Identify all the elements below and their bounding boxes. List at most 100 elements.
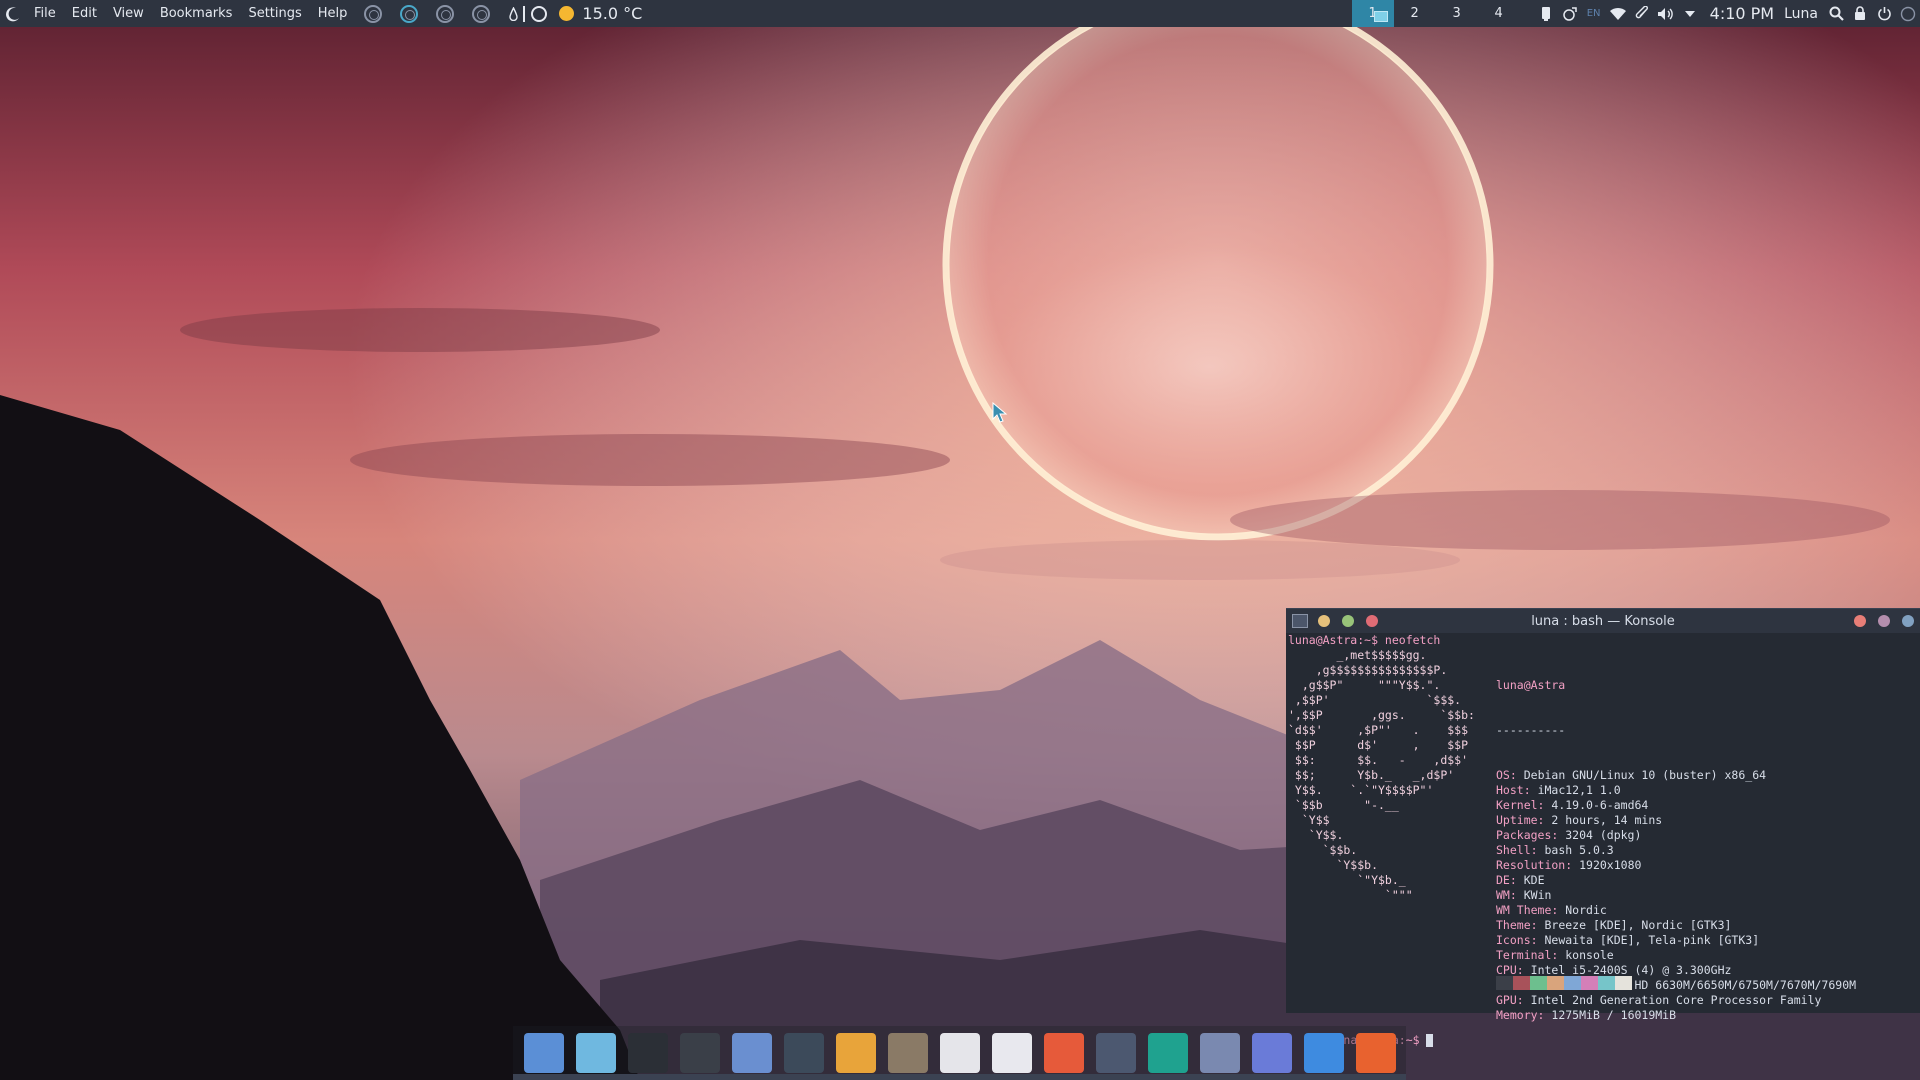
moon-phase-icon [531,5,548,22]
info-row: Icons: Newaita [KDE], Tela-pink [GTK3] [1496,933,1856,948]
media-player-icon[interactable] [1147,1033,1188,1073]
app-grid-icon[interactable] [1043,1033,1084,1073]
menu-settings[interactable]: Settings [240,0,309,27]
terminal-output[interactable]: luna@Astra:~$ neofetch _,met$$$$$gg. ,g$… [1286,633,1920,1047]
device-notifier-icon[interactable] [1534,0,1558,27]
system-settings-icon[interactable] [1095,1033,1136,1073]
info-row: Resolution: 1920x1080 [1496,858,1856,873]
info-colon: : [1551,828,1566,842]
info-value: 3204 (dpkg) [1565,828,1642,842]
info-row: WM Theme: Nordic [1496,903,1856,918]
volume-icon[interactable] [1654,0,1678,27]
info-separator: ---------- [1496,723,1566,737]
system-info-list: luna@Astra ---------- OS: Debian GNU/Lin… [1496,648,1856,1053]
menu-view[interactable]: View [105,0,152,27]
desktop-1[interactable]: 1 [1351,0,1394,27]
network-monitor-icon[interactable] [472,4,491,23]
system-monitor-icon[interactable] [783,1033,824,1073]
palette-swatch [1513,976,1530,990]
logo-line: `d$$' ,$P"' . $$$ [1288,723,1469,737]
desktop-3[interactable]: 3 [1436,0,1478,27]
info-colon: : [1509,873,1524,887]
logo-line: `Y$$. [1288,828,1344,842]
palette-swatch [1564,976,1581,990]
logo-line: _,met$$$$$gg. [1288,648,1427,662]
top-panel: File Edit View Bookmarks Settings Help 1… [0,0,1920,27]
info-key: WM [1496,888,1510,902]
right-tray: 1 2 3 4 EN 4:10 PM Luna [1351,0,1920,27]
info-key: Host [1496,783,1524,797]
info-key: Resolution [1496,858,1566,872]
document-viewer-icon[interactable] [991,1033,1032,1073]
mail-client-icon[interactable] [1199,1033,1240,1073]
info-key: Terminal [1496,948,1552,962]
desktop-4[interactable]: 4 [1478,0,1520,27]
info-row: Kernel: 4.19.0-6-amd64 [1496,798,1856,813]
discover-icon[interactable] [523,1033,564,1073]
menu-help[interactable]: Help [310,0,356,27]
mixer-icon[interactable] [679,1033,720,1073]
downloader-icon[interactable] [1303,1033,1344,1073]
info-colon: : [1516,993,1531,1007]
menu-edit[interactable]: Edit [64,0,105,27]
info-value: 1275MiB / 16019MiB [1551,1008,1677,1022]
logo-line: ,$$P' `$$$. [1288,693,1462,707]
memory-monitor-icon[interactable] [400,4,419,23]
notes-icon[interactable] [835,1033,876,1073]
info-colon: : [1537,1008,1552,1022]
power-icon[interactable] [1872,0,1896,27]
chat-icon[interactable] [1251,1033,1292,1073]
menu-bookmarks[interactable]: Bookmarks [152,0,241,27]
info-row: Theme: Breeze [KDE], Nordic [GTK3] [1496,918,1856,933]
desktop-2[interactable]: 2 [1394,0,1436,27]
search-icon[interactable] [1824,0,1848,27]
cpu-monitor-icon[interactable] [364,4,383,23]
digital-clock[interactable]: 4:10 PM [1710,4,1774,23]
firefox-icon[interactable] [1355,1033,1396,1073]
info-colon: : [1551,903,1566,917]
info-key: DE [1496,873,1510,887]
logo-line: Y$$. `.`"Y$$$$P"' [1288,783,1434,797]
logo-line: `$$b. [1288,843,1358,857]
logo-line: ,g$$$$$$$$$$$$$$$P. [1288,663,1448,677]
dock [513,1026,1406,1080]
terminal-icon[interactable] [627,1033,668,1073]
info-value: 1920x1080 [1579,858,1642,872]
info-key: Packages [1496,828,1552,842]
keyboard-layout-indicator[interactable]: EN [1582,0,1606,27]
logo-line: `""" [1288,888,1413,902]
info-row: Host: iMac12,1 1.0 [1496,783,1856,798]
maximize-button[interactable] [1878,615,1890,627]
lock-screen-icon[interactable] [1848,0,1872,27]
info-key: Uptime [1496,813,1538,827]
weather-temperature[interactable]: 15.0 °C [582,4,642,23]
disk-burner-icon[interactable] [575,1033,616,1073]
logo-line: `Y$$ [1288,813,1330,827]
file-manager-icon[interactable] [731,1033,772,1073]
info-row: Memory: 1275MiB / 16019MiB [1496,1008,1856,1023]
debian-ascii-logo: _,met$$$$$gg. ,g$$$$$$$$$$$$$$$P. ,g$$P"… [1288,648,1475,903]
minimize-button[interactable] [1902,615,1914,627]
app-launcher-icon[interactable] [0,0,26,27]
close-button[interactable] [1854,615,1866,627]
text-editor-icon[interactable] [939,1033,980,1073]
info-colon: : [1537,813,1552,827]
menu-file[interactable]: File [26,0,64,27]
user-switcher[interactable]: Luna [1784,6,1818,22]
show-desktop-icon[interactable] [1896,0,1920,27]
weather-sun-icon[interactable] [559,6,575,21]
info-key: Theme [1496,918,1531,932]
swap-monitor-icon[interactable] [436,4,455,23]
gimp-icon[interactable] [887,1033,928,1073]
clipboard-icon[interactable] [1630,0,1654,27]
wifi-icon[interactable] [1606,0,1630,27]
updates-icon[interactable] [1558,0,1582,27]
info-value: KWin [1523,888,1552,902]
info-row: DE: KDE [1496,873,1856,888]
konsole-window[interactable]: luna : bash — Konsole luna@Astra:~$ neof… [1286,608,1920,1047]
info-colon: : [1530,933,1545,947]
info-key: WM Theme [1496,903,1552,917]
info-row: OS: Debian GNU/Linux 10 (buster) x86_64 [1496,768,1856,783]
konsole-titlebar[interactable]: luna : bash — Konsole [1286,609,1920,633]
tray-expand-icon[interactable] [1678,0,1702,27]
